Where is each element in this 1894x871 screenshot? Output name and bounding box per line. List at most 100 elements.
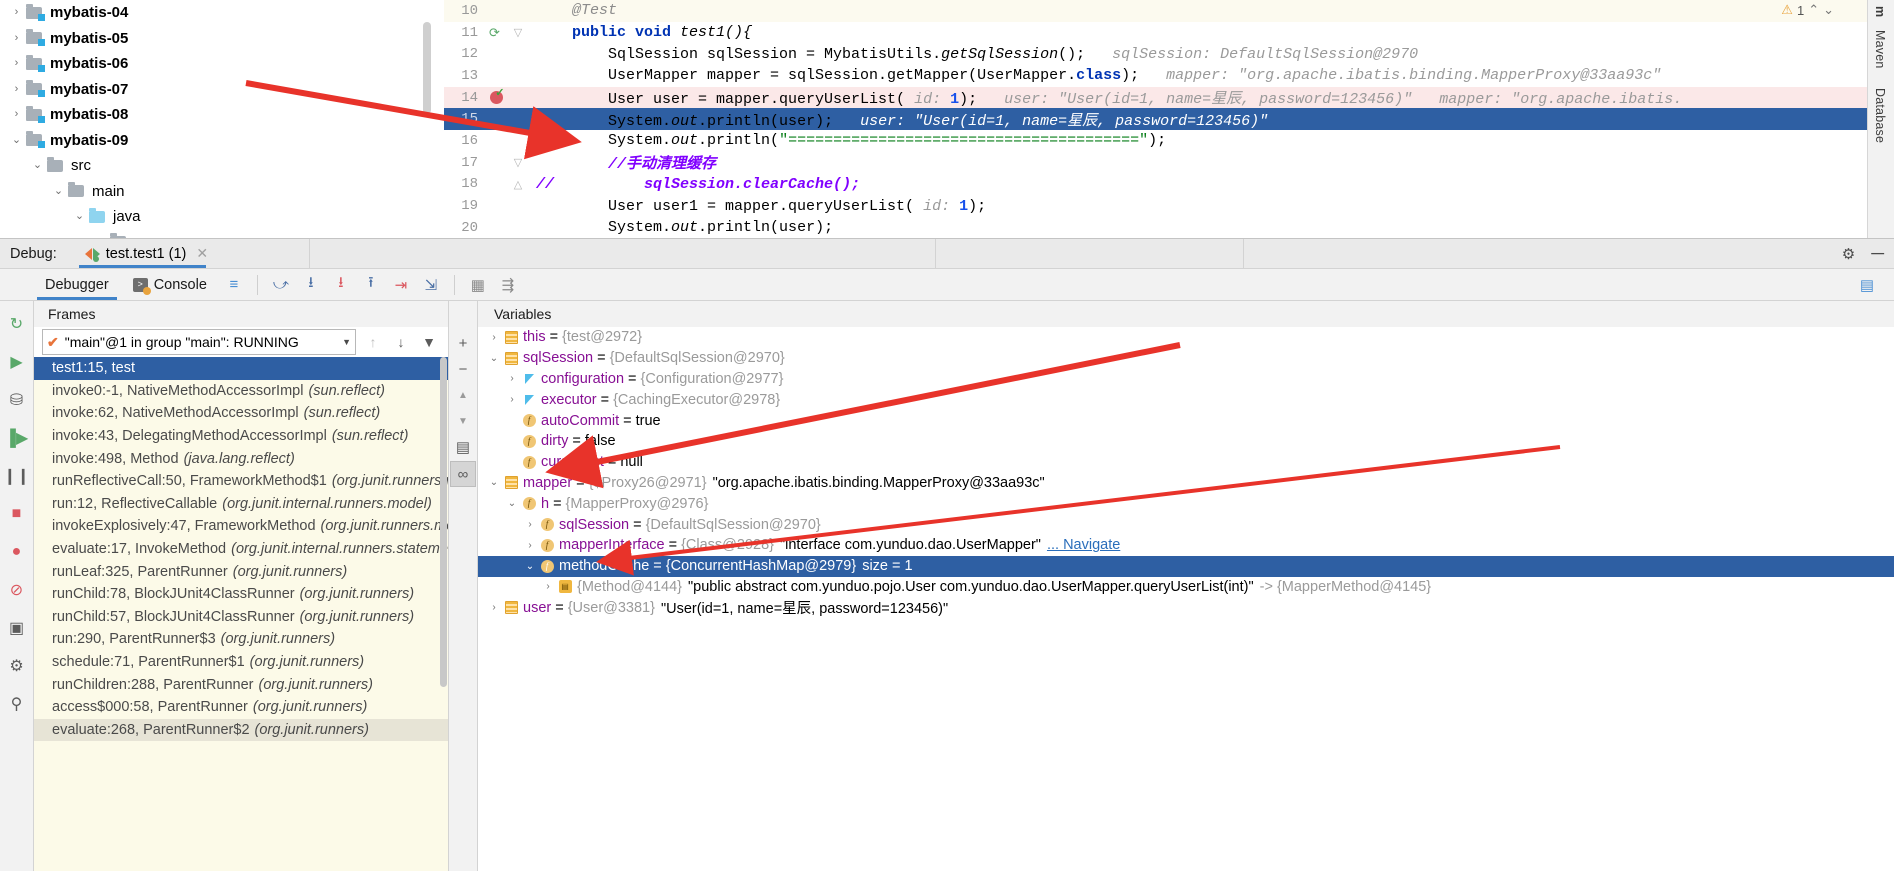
- chevron-down-icon[interactable]: ⌄: [71, 211, 88, 222]
- view-breakpoints-icon[interactable]: ●: [0, 533, 33, 571]
- editor-line[interactable]: 17 ▽ //手动清理缓存: [444, 152, 1894, 174]
- run-test-gutter-icon[interactable]: ⟳: [484, 25, 508, 40]
- variable-row[interactable]: › executor = {CachingExecutor@2978}: [478, 389, 1894, 410]
- frame-item[interactable]: runLeaf:325, ParentRunner (org.junit.runn…: [34, 560, 448, 583]
- step-resume-icon[interactable]: ▐▶: [0, 419, 33, 457]
- project-tree-item[interactable]: ⌄ mybatis-09: [0, 128, 433, 154]
- variable-row[interactable]: › configuration = {Configuration@2977}: [478, 369, 1894, 390]
- project-tree-item[interactable]: › mybatis-08: [0, 102, 433, 128]
- project-tree-item[interactable]: ⌄ java: [0, 204, 433, 230]
- editor-line[interactable]: 13 UserMapper mapper = sqlSession.getMap…: [444, 65, 1894, 87]
- fold-collapse-icon[interactable]: ▽: [508, 26, 528, 39]
- variable-row[interactable]: ⌄ sqlSession = {DefaultSqlSession@2970}: [478, 348, 1894, 369]
- thread-select[interactable]: ✔ "main"@1 in group "main": RUNNING ▼: [42, 329, 356, 355]
- chevron-right-icon[interactable]: ›: [486, 602, 502, 613]
- chevron-down-icon[interactable]: ⌄: [29, 160, 46, 171]
- project-tree-item[interactable]: › mybatis-05: [0, 26, 433, 52]
- project-tool-window[interactable]: › mybatis-04 › mybatis-05 › mybatis-06 › mybati…: [0, 0, 433, 238]
- variable-row[interactable]: › f sqlSession = {DefaultSqlSession@2970}: [478, 514, 1894, 535]
- gear-icon[interactable]: ⚙: [1842, 245, 1855, 263]
- frame-item[interactable]: schedule:71, ParentRunner$1 (org.junit.ru…: [34, 651, 448, 674]
- frame-item[interactable]: invoke:62, NativeMethodAccessorImpl (sun.…: [34, 402, 448, 425]
- frames-scroll-thumb[interactable]: [440, 357, 447, 687]
- frame-item[interactable]: access$000:58, ParentRunner (org.junit.ru…: [34, 696, 448, 719]
- variable-row[interactable]: ⌄ f methodCache = {ConcurrentHashMap@2979} si…: [478, 555, 1894, 577]
- debug-session-tab[interactable]: test.test1 (1) ✕: [78, 239, 214, 268]
- tab-debugger[interactable]: Debugger: [33, 269, 121, 300]
- editor-line[interactable]: 19 User user1 = mapper.queryUserList( id…: [444, 195, 1894, 217]
- frame-down-icon[interactable]: ↓: [390, 331, 412, 353]
- settings-icon[interactable]: ⚙: [0, 647, 33, 685]
- chevron-down-icon[interactable]: ⌄: [1823, 2, 1834, 18]
- stop-icon[interactable]: ■: [0, 495, 33, 533]
- resume-program-icon[interactable]: ▶: [0, 343, 33, 381]
- project-tree-item[interactable]: › mybatis-06: [0, 51, 433, 77]
- chevron-down-icon[interactable]: ⌄: [50, 185, 67, 197]
- remove-watch-icon[interactable]: −: [451, 357, 475, 381]
- editor-line[interactable]: 16 System.out.println("=================…: [444, 130, 1894, 152]
- fold-end-icon[interactable]: △: [508, 178, 528, 191]
- restore-layout-icon[interactable]: ▤: [1852, 272, 1882, 298]
- chevron-right-icon[interactable]: ›: [522, 519, 538, 530]
- frame-item[interactable]: runChild:57, BlockJUnit4ClassRunner (org.…: [34, 606, 448, 629]
- editor-line[interactable]: 20 System.out.println(user);: [444, 217, 1894, 238]
- right-strip-item-m[interactable]: m: [1873, 6, 1887, 17]
- chevron-down-icon[interactable]: ⌄: [486, 477, 502, 488]
- editor-line[interactable]: 14 User user = mapper.queryUserList( id:…: [444, 86, 1894, 109]
- code-editor[interactable]: 10 @Test 11 ⟳ ▽ public void test1(){12 SqlS…: [444, 0, 1894, 238]
- variable-row[interactable]: › ▤ {Method@4144} "public abstract com.yund…: [478, 577, 1894, 598]
- step-into-icon[interactable]: ⭳: [296, 272, 326, 298]
- chevron-right-icon[interactable]: ›: [8, 83, 25, 95]
- chevron-up-icon[interactable]: ⌃: [1808, 2, 1819, 18]
- variable-row[interactable]: f cursorList = null: [478, 452, 1894, 473]
- close-icon[interactable]: ✕: [196, 245, 208, 262]
- minimize-icon[interactable]: ─: [1871, 243, 1884, 264]
- right-strip-item-database[interactable]: Database: [1873, 88, 1887, 143]
- chevron-right-icon[interactable]: ›: [8, 109, 25, 120]
- run-to-cursor-icon[interactable]: ⇲: [416, 272, 446, 298]
- right-tool-strip[interactable]: m Maven Database: [1867, 0, 1894, 238]
- chevron-right-icon[interactable]: ›: [8, 7, 25, 18]
- variable-row[interactable]: › this = {test@2972}: [478, 327, 1894, 348]
- frame-item[interactable]: run:12, ReflectiveCallable (org.junit.int…: [34, 493, 448, 516]
- chevron-right-icon[interactable]: ›: [8, 32, 25, 44]
- variable-row[interactable]: f autoCommit = true: [478, 410, 1894, 431]
- project-tree-scrollbar[interactable]: [421, 0, 433, 238]
- project-tree-item[interactable]: ⌄com: [0, 230, 433, 238]
- pause-program-icon[interactable]: ❙❙: [0, 457, 33, 495]
- frames-scrollbar[interactable]: [439, 357, 448, 871]
- project-tree-scroll-thumb[interactable]: [423, 22, 431, 114]
- frame-up-icon[interactable]: ↑: [362, 331, 384, 353]
- chevron-right-icon[interactable]: ›: [486, 332, 502, 343]
- pin-icon[interactable]: ⚲: [0, 685, 33, 723]
- inspect-icon[interactable]: ∞: [450, 461, 476, 487]
- chevron-down-icon[interactable]: ▼: [342, 337, 351, 347]
- camera-icon[interactable]: ▣: [0, 609, 33, 647]
- breakpoint-icon[interactable]: [484, 86, 508, 105]
- evaluate-expression-icon[interactable]: ▦: [463, 272, 493, 298]
- move-up-icon[interactable]: ▲: [451, 383, 475, 407]
- chevron-down-icon[interactable]: ⌄: [8, 134, 25, 146]
- variable-row[interactable]: ⌄ mapper = {$Proxy26@2971} "org.apache.ibati…: [478, 473, 1894, 494]
- project-tree-item[interactable]: ⌄ main: [0, 179, 433, 205]
- add-watch-icon[interactable]: +: [451, 331, 475, 355]
- frame-item[interactable]: runReflectiveCall:50, FrameworkMethod$1(…: [34, 470, 448, 493]
- inspection-warning-indicator[interactable]: ⚠ 1 ⌃ ⌄: [1781, 2, 1834, 18]
- variable-row[interactable]: ⌄ f h = {MapperProxy@2976}: [478, 493, 1894, 514]
- force-step-into-icon[interactable]: ⭳: [326, 272, 356, 298]
- step-out-icon[interactable]: ⭱: [356, 272, 386, 298]
- project-tree-item[interactable]: › mybatis-04: [0, 0, 433, 26]
- move-down-icon[interactable]: ▼: [451, 409, 475, 433]
- chevron-down-icon[interactable]: ⌄: [504, 498, 520, 509]
- frame-item[interactable]: runChild:78, BlockJUnit4ClassRunner (org.…: [34, 583, 448, 606]
- frame-item[interactable]: runChildren:288, ParentRunner (org.junit.…: [34, 673, 448, 696]
- copy-value-icon[interactable]: ▤: [451, 435, 475, 459]
- project-tree-item[interactable]: › mybatis-07: [0, 77, 433, 103]
- editor-line[interactable]: 12 SqlSession sqlSession = MybatisUtils.…: [444, 43, 1894, 65]
- drop-frame-icon[interactable]: ⇥: [386, 272, 416, 298]
- rerun-icon[interactable]: ↻: [0, 305, 33, 343]
- chevron-right-icon[interactable]: ›: [504, 394, 520, 405]
- chevron-down-icon[interactable]: ⌄: [522, 561, 538, 572]
- variable-row[interactable]: f dirty = false: [478, 431, 1894, 452]
- mute-breakpoints-icon[interactable]: ⊘: [0, 571, 33, 609]
